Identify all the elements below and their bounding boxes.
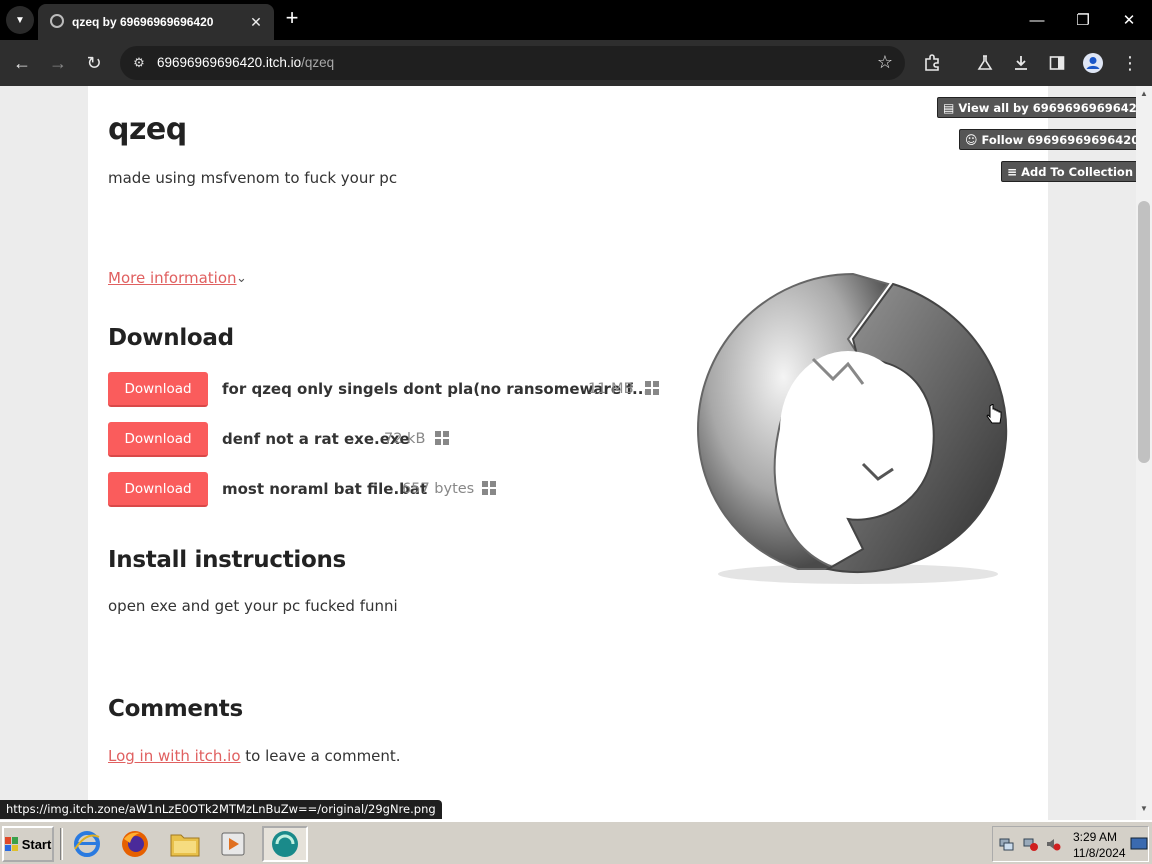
add-user-icon: ☺ — [965, 132, 978, 147]
windows-icon — [435, 431, 449, 445]
vertical-scrollbar[interactable]: ▲ ▼ — [1136, 86, 1152, 820]
network-icon[interactable] — [999, 836, 1015, 852]
download-button[interactable]: Download — [108, 372, 208, 407]
clock-date[interactable]: 11/8/2024 — [1073, 846, 1126, 860]
internet-explorer-icon[interactable] — [68, 826, 106, 862]
extensions-icon[interactable] — [919, 50, 945, 76]
download-button[interactable]: Download — [108, 472, 208, 507]
download-row: Download for qzeq only singels dont pla(… — [108, 372, 668, 408]
reload-button[interactable]: ↻ — [81, 50, 107, 76]
media-player-icon[interactable] — [214, 826, 252, 862]
chevron-down-icon: ▼ — [15, 14, 25, 26]
system-tray: 3:29 AM 11/8/2024 — [992, 826, 1149, 862]
url-text[interactable]: 69696969696420.itch.io/qzeq — [157, 55, 334, 70]
download-size: 72 kB — [384, 431, 426, 447]
store-icon: ▤ — [943, 100, 955, 115]
tab-strip: ▼ qzeq by 69696969696420 ✕ + — ❐ ✕ — [0, 0, 1152, 40]
volume-muted-icon[interactable] — [1045, 836, 1061, 852]
view-all-button[interactable]: ▤ View all by 69696969696420 — [937, 97, 1136, 118]
install-instructions-text: open exe and get your pc fucked funni — [108, 597, 398, 615]
back-button[interactable]: ← — [9, 50, 35, 76]
clock-time[interactable]: 3:29 AM — [1073, 830, 1117, 844]
game-cover-image[interactable] — [688, 264, 1018, 589]
playlist-add-icon: ≡ — [1007, 164, 1018, 179]
hand-cursor-icon — [986, 404, 1002, 424]
scroll-up-arrow-icon[interactable]: ▲ — [1140, 89, 1148, 98]
download-filename: denf not a rat exe.exe — [222, 430, 410, 448]
link-status-bar: https://img.itch.zone/aW1nLzE0OTk2MTMzLn… — [0, 800, 442, 819]
active-app-icon[interactable] — [262, 826, 308, 862]
address-bar[interactable]: ⚙ 69696969696420.itch.io/qzeq ☆ — [120, 46, 905, 80]
firefox-icon[interactable] — [116, 826, 154, 862]
tab-active[interactable]: qzeq by 69696969696420 ✕ — [38, 4, 274, 40]
comments-heading: Comments — [108, 696, 243, 722]
comment-login-prompt: Log in with itch.io to leave a comment. — [108, 747, 401, 765]
tab-title: qzeq by 69696969696420 — [72, 15, 214, 29]
download-heading: Download — [108, 325, 234, 351]
downloads-icon[interactable] — [1008, 50, 1034, 76]
profile-avatar-icon[interactable] — [1080, 50, 1106, 76]
restore-button[interactable]: ❐ — [1068, 6, 1098, 34]
scroll-down-arrow-icon[interactable]: ▼ — [1140, 804, 1148, 813]
taskbar: Start 3:29 AM 11/8/2024 — [0, 820, 1152, 864]
bookmark-star-icon[interactable]: ☆ — [877, 52, 893, 73]
start-button[interactable]: Start — [2, 826, 54, 862]
login-suffix: to leave a comment. — [240, 747, 401, 765]
windows-icon — [645, 381, 659, 395]
side-panel-icon[interactable] — [1044, 50, 1070, 76]
browser-toolbar: ← → ↻ ⚙ 69696969696420.itch.io/qzeq ☆ ⋮ — [0, 40, 1152, 86]
site-info-icon[interactable]: ⚙ — [130, 54, 148, 72]
labs-flask-icon[interactable] — [972, 50, 998, 76]
favicon-icon — [50, 14, 64, 28]
login-link[interactable]: Log in with itch.io — [108, 747, 241, 765]
minimize-button[interactable]: — — [1022, 6, 1052, 34]
chevron-down-icon[interactable]: ⌄ — [236, 270, 247, 286]
download-size: 11 MB — [588, 381, 634, 397]
game-title: qzeq — [108, 112, 187, 147]
forward-button[interactable]: → — [45, 50, 71, 76]
follow-button[interactable]: ☺ Follow 69696969696420 — [959, 129, 1136, 150]
download-button[interactable]: Download — [108, 422, 208, 457]
download-row: Download most noraml bat file.bat 657 by… — [108, 472, 668, 508]
close-window-button[interactable]: ✕ — [1114, 6, 1144, 34]
file-explorer-icon[interactable] — [166, 826, 204, 862]
install-instructions-heading: Install instructions — [108, 547, 346, 573]
tab-search-button[interactable]: ▼ — [6, 6, 34, 34]
taskbar-separator — [60, 828, 63, 860]
menu-kebab-icon[interactable]: ⋮ — [1117, 50, 1143, 76]
scrollbar-thumb[interactable] — [1138, 201, 1150, 463]
add-to-collection-button[interactable]: ≡ Add To Collection — [1001, 161, 1136, 182]
close-tab-icon[interactable]: ✕ — [246, 12, 266, 32]
download-filename: for qzeq only singels dont pla(no ransom… — [222, 380, 650, 398]
show-desktop-icon[interactable] — [1130, 836, 1148, 852]
windows-icon — [482, 481, 496, 495]
page-viewport: qzeq made using msfvenom to fuck your pc… — [0, 86, 1136, 820]
more-information-link[interactable]: More information — [108, 269, 237, 287]
windows-logo-icon — [4, 837, 19, 851]
download-size: 657 bytes — [402, 481, 475, 497]
download-filename: most noraml bat file.bat — [222, 480, 428, 498]
game-description: made using msfvenom to fuck your pc — [108, 169, 398, 187]
new-tab-button[interactable]: + — [281, 7, 303, 30]
download-row: Download denf not a rat exe.exe 72 kB — [108, 422, 668, 458]
network-error-icon[interactable] — [1023, 836, 1039, 852]
